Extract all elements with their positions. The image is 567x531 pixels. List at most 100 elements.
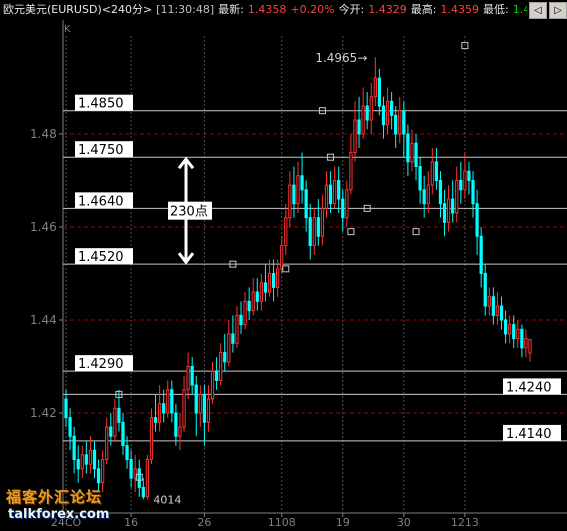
candle-body [251, 291, 255, 312]
candle-body [369, 96, 373, 121]
quote-header: 欧元美元(EURUSD)<240分> [11:30:48] 最新: 1.4358 +0.… [0, 0, 567, 20]
candle-body [426, 184, 430, 205]
candle-body [145, 459, 150, 498]
x-tick-label: 1108 [268, 516, 296, 529]
last-label: 最新: [218, 3, 244, 16]
candle-body [239, 314, 243, 326]
change-percent: +0.20% [290, 3, 335, 16]
candle-body [129, 459, 133, 479]
candle-body [84, 454, 88, 465]
candle-body [101, 459, 105, 484]
candle-body [80, 454, 84, 470]
candle-body [72, 435, 76, 461]
candle-body [76, 459, 80, 470]
candle-body [365, 105, 369, 121]
candle-body [117, 407, 121, 423]
candle-body [92, 449, 97, 470]
open-value: 1.4329 [368, 3, 407, 16]
candle-body [491, 296, 495, 316]
candle-body [174, 412, 178, 437]
candle-body [141, 486, 145, 498]
candle-body [442, 203, 447, 223]
candle-body [414, 142, 418, 168]
candle-body [438, 179, 443, 205]
x-tick-label: 1213 [451, 516, 479, 529]
candle-body [503, 319, 508, 335]
candle-body [451, 198, 455, 214]
candle-body [471, 179, 475, 205]
high-marker-label: 1.4965→ [315, 51, 367, 65]
scroll-left-button[interactable]: ◁ [529, 2, 547, 19]
candle-body [202, 393, 207, 423]
candle-body [528, 339, 532, 354]
candle-body [394, 114, 398, 135]
candlestick-chart[interactable]: K1.481.461.441.4224CO 16 26 1108 19 30 12131.4… [0, 0, 567, 531]
candle-body [475, 203, 479, 237]
x-tick-label: 30 [397, 516, 411, 529]
quote-time: [11:30:48] [156, 3, 215, 16]
candle-body [263, 282, 268, 293]
candle-body [385, 100, 390, 126]
y-tick-label: 1.48 [30, 127, 57, 141]
candle-body [113, 407, 117, 437]
candle-body [520, 328, 524, 349]
candle-body [182, 389, 186, 428]
candle-body [422, 189, 426, 205]
y-tick-label: 1.44 [30, 313, 57, 327]
candle-body [398, 110, 402, 135]
candle-body [214, 370, 219, 381]
candle-body [271, 272, 276, 288]
candle-body [410, 142, 414, 163]
candle-body [105, 426, 109, 461]
candle-body [190, 365, 194, 386]
candle-body [308, 217, 312, 247]
candle-body [247, 300, 251, 312]
candle-body [235, 314, 239, 344]
scroll-right-button[interactable]: ▷ [549, 2, 567, 19]
candle-body [345, 189, 349, 219]
candle-body [178, 426, 182, 437]
marker-square [282, 265, 290, 273]
level-label: 1.4240 [506, 380, 552, 395]
candle-body [166, 389, 170, 414]
nav-buttons: ◁ ▷ [527, 2, 567, 19]
level-label: 1.4750 [78, 143, 124, 158]
candle-body [324, 184, 329, 209]
candle-body [333, 179, 337, 205]
candle-body [149, 417, 154, 461]
candle-body [109, 426, 113, 437]
candle-body [512, 324, 516, 340]
marker-square [347, 228, 355, 236]
open-label: 今开: [338, 3, 365, 16]
candle-body [88, 449, 93, 465]
candle-body [446, 198, 451, 223]
candle-body [223, 352, 227, 363]
candle-body [524, 338, 528, 349]
candle-body [162, 403, 166, 414]
level-label: 1.4850 [78, 97, 124, 112]
range-label: 230点 [170, 205, 208, 220]
candle-body [292, 184, 296, 205]
candle-body [373, 77, 377, 98]
level-label: 1.4640 [78, 194, 124, 209]
high-label: 最高: [410, 3, 437, 16]
candle-body [349, 152, 353, 191]
candle-body [231, 333, 235, 344]
candle-body [194, 384, 198, 414]
marker-square [412, 228, 420, 236]
candle-body [516, 328, 520, 340]
candle-body [316, 217, 320, 237]
candle-body [353, 119, 357, 154]
candle-body [157, 403, 162, 423]
candle-body [304, 189, 308, 219]
last-value: 1.4358 [247, 3, 287, 16]
candle-body [137, 468, 141, 488]
symbol-title: 欧元美元(EURUSD)<240分> [3, 3, 153, 16]
candle-body [328, 184, 333, 205]
candle-body [463, 170, 467, 191]
level-label: 1.4140 [506, 427, 552, 442]
candle-body [418, 166, 422, 191]
candle-body [377, 77, 382, 107]
watermark-url: talkforex.com [8, 507, 110, 522]
candle-body [483, 272, 487, 307]
